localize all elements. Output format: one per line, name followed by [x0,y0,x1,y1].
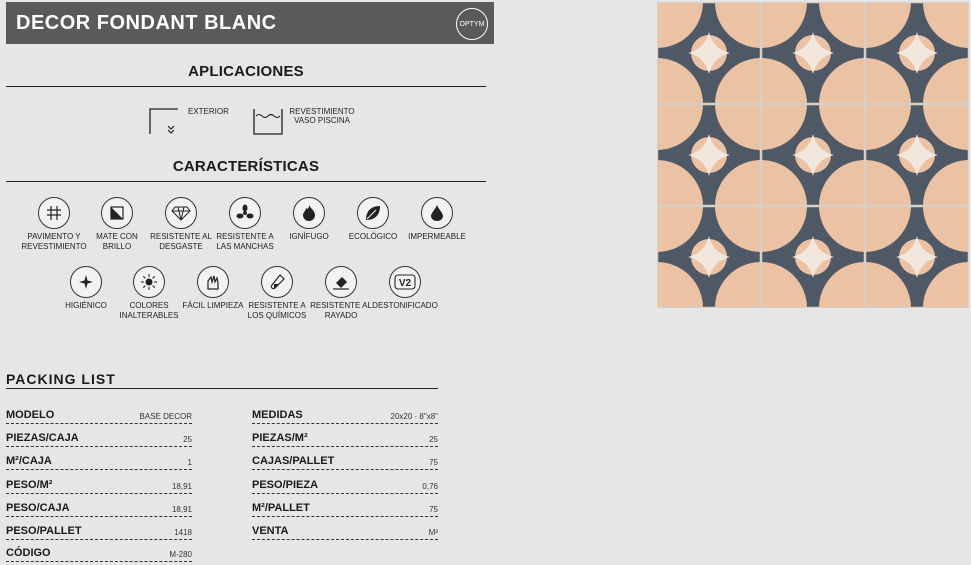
packing-row: MEDIDAS 20x20 · 8"x8" [252,404,438,424]
feature-waterproof: IMPERMEABLE [402,197,472,242]
feature-chemical: RESISTENTE A LOS QUÍMICOS [242,266,312,321]
feature-label: ECOLÓGICO [348,232,398,241]
title-bar: DECOR FONDANT BLANC OPTYM [6,2,494,44]
packing-row: PIEZAS/CAJA 25 [6,427,192,447]
packing-heading: PACKING LIST [6,371,116,387]
scratch-icon [325,266,357,298]
packing-row: M²/CAJA 1 [6,450,192,470]
hygienic-icon [70,266,102,298]
packing-key: CÓDIGO [6,547,51,559]
feature-label: COLORES INALTERABLES [119,301,179,320]
feature-label: RESISTENTE A LOS QUÍMICOS [247,301,307,320]
packing-value: 20x20 · 8"x8" [390,412,438,421]
packing-value: M² [428,528,438,537]
app-exterior-label: EXTERIOR [188,107,229,116]
packing-key: VENTA [252,525,289,537]
packing-key: PESO/PALLET [6,525,82,537]
packing-value: 25 [183,435,192,444]
feature-label: FÁCIL LIMPIEZA [182,301,244,310]
feature-label: MATE CON BRILLO [96,232,138,251]
feature-label: RESISTENTE A LAS MANCHAS [216,232,274,251]
app-pool-label: REVESTIMIENTO VASO PISCINA [289,107,355,125]
packing-value: BASE DECOR [139,412,192,421]
packing-value: 75 [429,458,438,467]
packing-key: PIEZAS/CAJA [6,432,79,444]
aplicaciones-rule [6,86,486,87]
packing-row: PESO/PALLET 1418 [6,520,192,540]
packing-value: 1418 [174,528,192,537]
packing-key: M²/CAJA [6,455,52,467]
aplicaciones-heading: APLICACIONES [188,63,304,80]
packing-key: PESO/CAJA [6,502,70,514]
packing-row: PIEZAS/M² 25 [252,427,438,447]
packing-value: 18,91 [171,505,192,514]
packing-key: MODELO [6,409,55,421]
feature-stain: RESISTENTE A LAS MANCHAS [210,197,280,252]
feature-eco: ECOLÓGICO [338,197,408,242]
packing-value: 75 [429,505,438,514]
feature-label: IGNÍFUGO [289,232,329,241]
packing-row: CAJAS/PALLET 75 [252,450,438,470]
caracteristicas-rule [6,181,486,182]
feature-shade-variation: V2 DESTONIFICADO [370,266,440,311]
diamond-icon [165,197,197,229]
matte-gloss-icon [101,197,133,229]
flame-icon [293,197,325,229]
pool-icon [253,109,283,135]
packing-row: PESO/M² 18,91 [6,474,192,494]
v2-icon: V2 [389,266,421,298]
stain-icon [229,197,261,229]
packing-row: MODELO BASE DECOR [6,404,192,424]
packing-key: M²/PALLET [252,502,310,514]
packing-key: MEDIDAS [252,409,303,421]
feature-fireproof: IGNÍFUGO [274,197,344,242]
packing-value: 25 [429,435,438,444]
packing-value: 1 [187,458,192,467]
product-title: DECOR FONDANT BLANC [16,12,277,34]
chemical-icon [261,266,293,298]
drop-icon [421,197,453,229]
svg-text:V2: V2 [399,278,412,289]
tile-product-image [657,2,969,308]
feature-scratch: RESISTENTE AL RAYADO [306,266,376,321]
feature-label: RESISTENTE AL DESGASTE [150,232,212,251]
feature-colors: COLORES INALTERABLES [114,266,184,321]
packing-key: PIEZAS/M² [252,432,308,444]
packing-row: VENTA M² [252,520,438,540]
packing-row: M²/PALLET 75 [252,497,438,517]
feature-floor-wall: PAVIMENTO Y REVESTIMIENTO [19,197,89,252]
brand-logo: OPTYM [456,8,488,40]
packing-key: CAJAS/PALLET [252,455,335,467]
leaf-icon [357,197,389,229]
feature-label: PAVIMENTO Y REVESTIMIENTO [21,232,87,251]
floor-wall-icon [38,197,70,229]
feature-cleaning: FÁCIL LIMPIEZA [178,266,248,311]
packing-row: CÓDIGO M-280 [6,542,192,562]
exterior-icon [149,108,178,134]
sun-icon [133,266,165,298]
packing-value: 0,76 [422,482,438,491]
packing-value: M-280 [169,550,192,559]
packing-rule [6,388,438,389]
feature-label: RESISTENTE AL RAYADO [310,301,372,320]
cleaning-icon [197,266,229,298]
feature-label: IMPERMEABLE [408,232,466,241]
feature-wear: RESISTENTE AL DESGASTE [146,197,216,252]
packing-key: PESO/M² [6,479,53,491]
packing-key: PESO/PIEZA [252,479,319,491]
packing-row: PESO/PIEZA 0,76 [252,474,438,494]
packing-row: PESO/CAJA 18,91 [6,497,192,517]
feature-matte-gloss: MATE CON BRILLO [82,197,152,252]
packing-value: 18,91 [171,482,192,491]
caracteristicas-heading: CARACTERÍSTICAS [172,158,320,175]
feature-hygienic: HIGIÉNICO [51,266,121,311]
feature-label: HIGIÉNICO [65,301,107,310]
feature-label: DESTONIFICADO [372,301,438,310]
